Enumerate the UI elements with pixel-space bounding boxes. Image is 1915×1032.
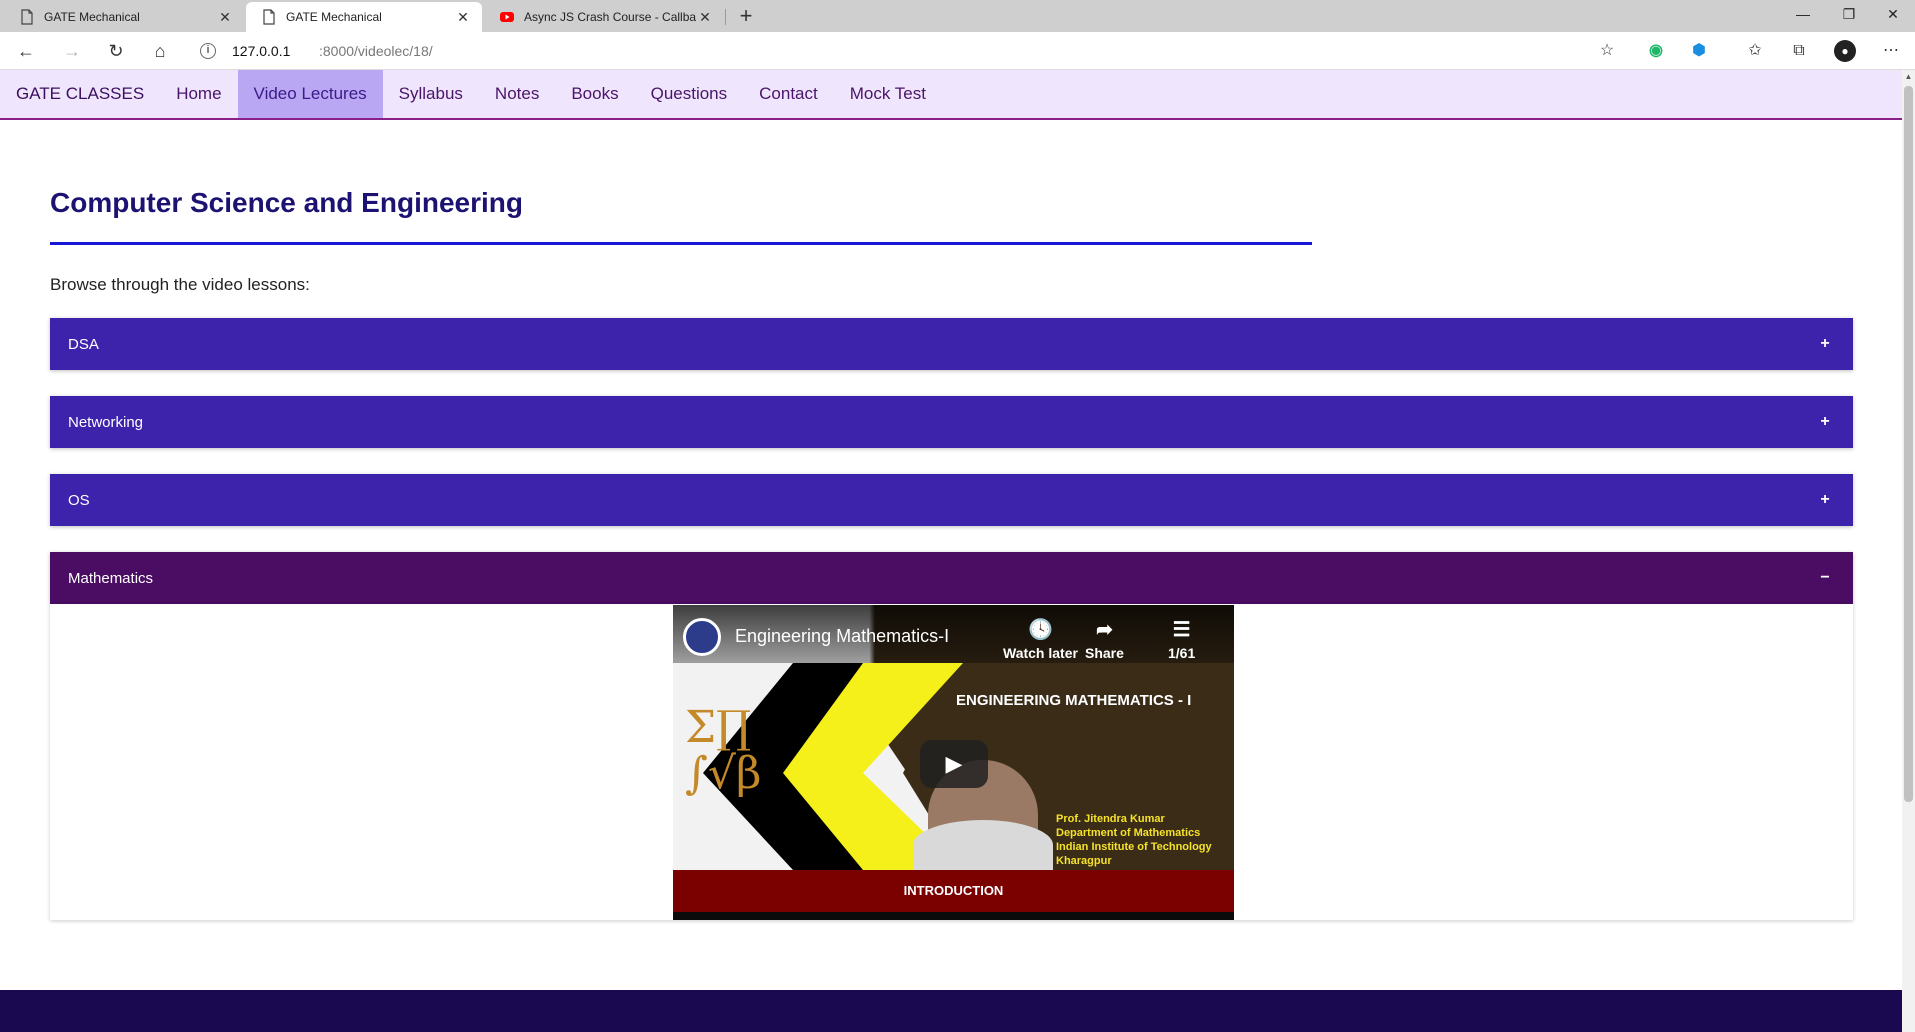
share-button[interactable]: ➦ Share <box>1085 619 1124 661</box>
minimize-icon[interactable]: — <box>1780 0 1826 30</box>
intro-text: Browse through the video lessons: <box>50 275 310 294</box>
site-footer <box>0 990 1902 1032</box>
watch-later-button[interactable]: 🕓 Watch later <box>1003 619 1078 661</box>
page-title: Computer Science and Engineering <box>50 187 523 218</box>
play-icon: ▶ <box>945 751 963 776</box>
title-divider <box>50 242 1312 245</box>
forward-icon[interactable]: → <box>56 36 88 66</box>
close-icon[interactable]: ✕ <box>454 9 472 26</box>
presenter-shirt <box>913 820 1053 870</box>
page-icon <box>263 9 275 25</box>
nav-mock-test[interactable]: Mock Test <box>834 70 942 118</box>
address-bar[interactable]: i 127.0.0.1 :8000/videolec/18/ <box>190 36 1624 66</box>
profile-avatar[interactable]: ● <box>1834 40 1856 62</box>
browser-tab-1[interactable]: GATE Mechanical ✕ <box>4 2 244 32</box>
video-title[interactable]: Engineering Mathematics-I <box>735 626 949 647</box>
close-icon[interactable]: ✕ <box>696 9 714 26</box>
new-tab-button[interactable]: + <box>732 3 760 31</box>
extension-icon[interactable]: ⬢ <box>1688 40 1710 62</box>
browser-tab-2[interactable]: GATE Mechanical ✕ <box>246 2 482 32</box>
url-host: 127.0.0.1 <box>232 43 291 59</box>
nav-brand[interactable]: GATE CLASSES <box>0 70 160 118</box>
page-icon <box>21 9 33 25</box>
plus-icon: + <box>1820 413 1830 430</box>
channel-logo[interactable] <box>683 618 721 656</box>
more-menu-icon[interactable]: ⋯ <box>1880 40 1902 62</box>
math-symbols-graphic: Σ∏ ∫√β <box>685 702 762 799</box>
home-icon[interactable]: ⌂ <box>144 36 176 66</box>
video-credit: Prof. Jitendra Kumar Department of Mathe… <box>1056 813 1212 867</box>
accordion-label: Networking <box>68 413 144 431</box>
accordion-mathematics[interactable]: Mathematics − <box>50 552 1853 604</box>
plus-icon: + <box>1820 335 1830 352</box>
tab-separator <box>725 9 726 25</box>
video-bottom-banner: INTRODUCTION <box>673 870 1234 912</box>
accordion-label: DSA <box>68 335 99 353</box>
nav-contact[interactable]: Contact <box>743 70 834 118</box>
share-label: Share <box>1085 645 1124 661</box>
watch-later-label: Watch later <box>1003 645 1078 661</box>
youtube-icon <box>500 12 514 22</box>
playlist-icon: ☰ <box>1172 619 1191 641</box>
scrollbar-thumb[interactable] <box>1904 86 1913 802</box>
accordion-label: Mathematics <box>68 569 154 587</box>
tab-title: GATE Mechanical <box>286 10 382 24</box>
site-navbar: GATE CLASSES Home Video Lectures Syllabu… <box>0 70 1902 120</box>
accordion-dsa[interactable]: DSA + <box>50 318 1853 370</box>
site-info-icon[interactable]: i <box>200 43 216 59</box>
video-embed[interactable]: Σ∏ ∫√β ENGINEERING MATHEMATICS - I Prof. … <box>673 605 1234 920</box>
nav-questions[interactable]: Questions <box>635 70 744 118</box>
plus-icon: + <box>1820 491 1830 508</box>
collections-icon[interactable]: ⧉ <box>1788 40 1810 62</box>
play-button[interactable]: ▶ <box>920 740 988 788</box>
add-favorite-icon[interactable]: ☆ <box>1596 40 1618 62</box>
favorites-icon[interactable]: ✩ <box>1744 40 1766 62</box>
accordion-networking[interactable]: Networking + <box>50 396 1853 448</box>
clock-icon: 🕓 <box>1028 619 1053 641</box>
playlist-button[interactable]: ☰ 1/61 <box>1168 619 1195 661</box>
accordion-os[interactable]: OS + <box>50 474 1853 526</box>
restore-icon[interactable]: ❐ <box>1826 0 1872 30</box>
tab-title: GATE Mechanical <box>44 10 140 24</box>
back-icon[interactable]: ← <box>10 36 42 66</box>
grammarly-icon[interactable]: ◉ <box>1645 40 1667 62</box>
scroll-up-icon[interactable]: ▲ <box>1902 70 1915 84</box>
close-icon[interactable]: ✕ <box>216 9 234 26</box>
nav-video-lectures[interactable]: Video Lectures <box>237 70 383 118</box>
nav-syllabus[interactable]: Syllabus <box>383 70 479 118</box>
browser-tab-bar: GATE Mechanical ✕ GATE Mechanical ✕ Asyn… <box>0 0 1915 32</box>
video-bottom-strip <box>673 912 1234 920</box>
nav-books[interactable]: Books <box>555 70 634 118</box>
accordion-label: OS <box>68 491 90 509</box>
browser-toolbar: ← → ↻ ⌂ i 127.0.0.1 :8000/videolec/18/ ☆… <box>0 32 1915 70</box>
refresh-icon[interactable]: ↻ <box>100 36 132 66</box>
share-icon: ➦ <box>1096 619 1113 641</box>
close-window-icon[interactable]: ✕ <box>1870 0 1915 30</box>
nav-home[interactable]: Home <box>160 70 237 118</box>
url-path: :8000/videolec/18/ <box>319 43 433 59</box>
page-scrollbar[interactable]: ▲ <box>1902 70 1915 1032</box>
browser-tab-3[interactable]: Async JS Crash Course - Callback ✕ <box>484 2 724 32</box>
tab-title: Async JS Crash Course - Callback <box>524 10 696 24</box>
minus-icon: − <box>1820 569 1830 586</box>
video-heading: ENGINEERING MATHEMATICS - I <box>956 692 1192 709</box>
playlist-count: 1/61 <box>1168 645 1196 661</box>
nav-notes[interactable]: Notes <box>479 70 555 118</box>
